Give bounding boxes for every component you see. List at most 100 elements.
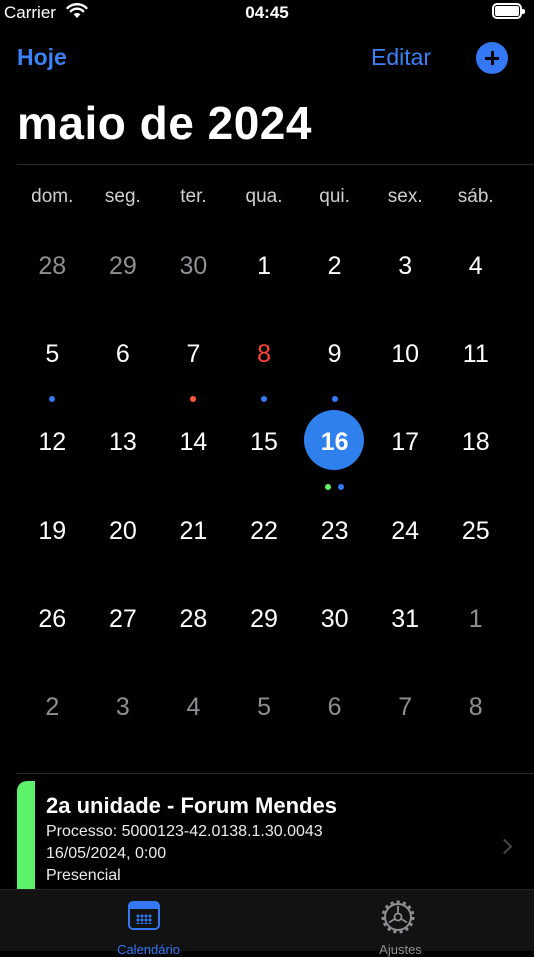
week-row: 26 27 28 29 30 31 1 (17, 575, 511, 663)
day-number: 12 (38, 428, 67, 457)
day-cell[interactable]: 14 (158, 398, 229, 486)
weekday-label: sáb. (457, 186, 494, 207)
weekday-label: qui. (319, 186, 350, 207)
day-number: 4 (186, 692, 201, 721)
day-number: 22 (250, 516, 278, 545)
week-row: 28 29 30 1 2 3 4 (17, 222, 511, 310)
today-button[interactable]: Hoje (17, 44, 67, 71)
day-number: 17 (391, 428, 420, 457)
event-process: Processo: 5000123-42.0138.1.30.0043 (46, 823, 323, 840)
day-cell[interactable]: 20 (88, 487, 159, 575)
tab-settings[interactable]: Ajustes (267, 890, 534, 957)
event-row[interactable]: 2a unidade - Forum Mendes Processo: 5000… (17, 781, 534, 889)
week-row: 5 6 7 8 9 10 11 (17, 310, 511, 403)
day-number: 1 (468, 604, 483, 633)
weekday-label: sex. (387, 186, 423, 207)
day-cell[interactable]: 22 (229, 487, 300, 575)
day-number: 21 (179, 516, 208, 545)
day-cell[interactable]: 19 (17, 487, 88, 575)
weekday-label: qua. (245, 186, 283, 207)
day-number: 25 (461, 516, 490, 545)
event-title: 2a unidade - Forum Mendes (46, 793, 337, 818)
day-number: 7 (186, 340, 201, 369)
day-number: 27 (108, 604, 137, 633)
day-number: 15 (250, 428, 278, 457)
day-cell[interactable]: 10 (370, 310, 441, 398)
day-cell[interactable]: 5 (17, 310, 88, 403)
day-cell[interactable]: 4 (440, 222, 511, 310)
day-cell[interactable]: 6 (88, 310, 159, 398)
day-cell[interactable]: 21 (158, 487, 229, 575)
day-number: 6 (115, 340, 130, 369)
day-cell[interactable]: 1 (229, 222, 300, 310)
month-grid: 28 29 30 1 2 3 4 5 6 7 8 9 10 11 12 13 14 15 16 17 18 19 20 21 2… (17, 222, 511, 751)
day-cell[interactable]: 1 (440, 575, 511, 663)
weekday-label: dom. (31, 186, 74, 207)
day-cell[interactable]: 2 (299, 222, 370, 310)
day-number: 28 (38, 252, 67, 280)
day-number: 29 (108, 252, 137, 280)
day-cell[interactable]: 26 (17, 575, 88, 663)
day-cell[interactable]: 9 (299, 310, 370, 403)
week-row: 2 3 4 5 6 7 8 (17, 663, 511, 751)
day-number: 9 (327, 340, 342, 369)
day-cell[interactable]: 3 (88, 663, 159, 751)
month-title: maio de 2024 (17, 97, 312, 149)
day-number: 3 (115, 692, 130, 721)
header-divider (17, 164, 534, 165)
day-number: 11 (462, 340, 489, 369)
chevron-right-icon (496, 838, 513, 855)
event-datetime: 16/05/2024, 0:00 (46, 845, 167, 862)
day-cell[interactable]: 11 (440, 310, 511, 398)
day-number: 6 (327, 692, 342, 721)
day-cell[interactable]: 30 (299, 575, 370, 663)
plus-circle-icon[interactable] (476, 42, 508, 74)
day-cell[interactable]: 5 (229, 663, 300, 751)
day-cell[interactable]: 3 (370, 222, 441, 310)
day-cell[interactable]: 12 (17, 398, 88, 486)
day-number: 8 (257, 340, 271, 369)
day-cell[interactable]: 23 (299, 487, 370, 575)
day-number: 31 (391, 604, 420, 633)
status-bar: Carrier 04:45 (0, 0, 534, 28)
day-number: 3 (398, 252, 413, 280)
day-number: 19 (38, 516, 67, 545)
day-cell[interactable]: 30 (158, 222, 229, 310)
day-cell[interactable]: 31 (370, 575, 441, 663)
day-cell[interactable]: 16 (299, 398, 370, 491)
day-cell[interactable]: 18 (440, 398, 511, 486)
day-number: 26 (38, 604, 67, 633)
day-number: 7 (398, 692, 413, 721)
day-cell[interactable]: 6 (299, 663, 370, 751)
day-cell[interactable]: 29 (229, 575, 300, 663)
edit-button[interactable]: Editar (371, 44, 431, 71)
tab-calendar[interactable]: Calendário (15, 890, 282, 957)
day-number: 23 (320, 516, 349, 545)
day-cell[interactable]: 25 (440, 487, 511, 575)
day-cell[interactable]: 8 (440, 663, 511, 751)
gear-icon (381, 900, 415, 934)
day-number: 5 (257, 692, 271, 721)
day-cell[interactable]: 17 (370, 398, 441, 486)
day-cell[interactable]: 7 (370, 663, 441, 751)
day-number: 24 (391, 516, 420, 545)
day-number: 30 (320, 604, 349, 633)
day-cell[interactable]: 24 (370, 487, 441, 575)
day-cell[interactable]: 2 (17, 663, 88, 751)
day-number: 20 (108, 516, 137, 545)
tab-bar: Calendário Ajustes (0, 889, 534, 957)
day-cell[interactable]: 28 (17, 222, 88, 310)
day-cell[interactable]: 27 (88, 575, 159, 663)
day-cell[interactable]: 29 (88, 222, 159, 310)
day-cell[interactable]: 4 (158, 663, 229, 751)
day-cell[interactable]: 8 (229, 310, 300, 403)
day-cell[interactable]: 7 (158, 310, 229, 403)
day-cell[interactable]: 28 (158, 575, 229, 663)
day-number: 18 (461, 428, 490, 457)
day-number: 2 (327, 252, 342, 280)
day-cell[interactable]: 15 (229, 398, 300, 486)
day-number: 14 (179, 428, 208, 457)
weekday-label: seg. (104, 186, 141, 207)
day-number: 4 (468, 252, 483, 280)
day-cell[interactable]: 13 (88, 398, 159, 486)
